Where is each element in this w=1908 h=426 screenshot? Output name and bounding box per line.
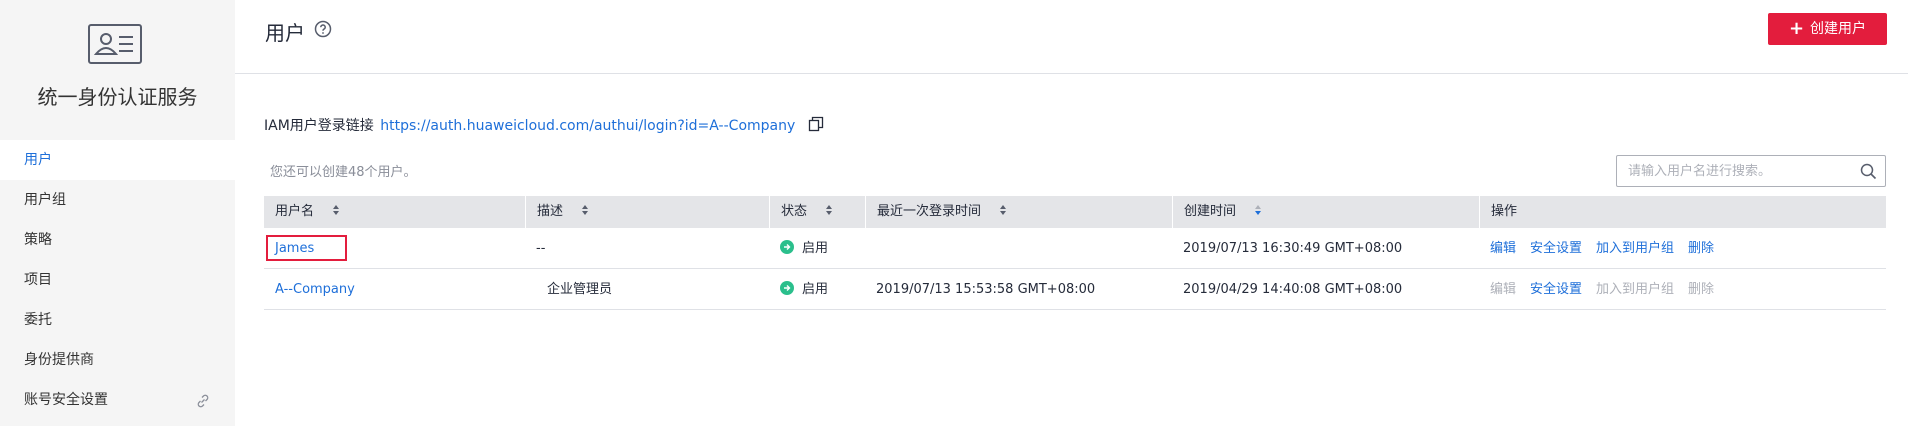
sidebar-item-user-groups[interactable]: 用户组 [0,180,235,220]
table-row: A--Company 企业管理员 启用 2019/07/13 15:53:58 … [264,269,1886,310]
search-icon[interactable] [1860,163,1877,180]
column-actions: 操作 [1479,196,1886,228]
sort-icon[interactable] [581,204,589,216]
column-label: 描述 [537,204,564,219]
login-link-label: IAM用户登录链接 [264,118,374,134]
status-cell: 启用 [769,228,828,269]
sidebar-item-label: 账号安全设置 [24,392,108,408]
id-card-icon [88,24,142,64]
add-to-group-link: 加入到用户组 [1596,282,1675,297]
description-cell: 企业管理员 [547,282,613,297]
question-circle-icon[interactable] [314,20,332,38]
status-text: 启用 [802,282,829,297]
login-link-row: IAM用户登录链接 https://auth.huaweicloud.com/a… [264,115,824,135]
users-table: 用户名 描述 状态 最近一次登录时间 创建时间 操作 James -- 启用 2… [264,196,1886,310]
delete-link: 删除 [1688,282,1715,297]
username-link[interactable]: A--Company [264,269,355,310]
column-created[interactable]: 创建时间 [1172,196,1479,228]
sort-icon[interactable] [332,204,340,216]
service-title: 统一身份认证服务 [37,85,198,109]
edit-link[interactable]: 编辑 [1490,241,1516,256]
description-cell: -- [536,241,546,256]
search-input[interactable] [1617,156,1847,186]
copy-icon[interactable] [808,116,824,132]
column-label: 创建时间 [1184,204,1237,219]
create-user-label: 创建用户 [1810,21,1867,37]
column-status[interactable]: 状态 [769,196,865,228]
page-header: 用户 + 创建用户 [235,0,1908,74]
last-login-cell: 2019/07/13 15:53:58 GMT+08:00 [876,282,1096,297]
sidebar-item-policies[interactable]: 策略 [0,220,235,260]
column-label: 用户名 [275,204,315,219]
table-header: 用户名 描述 状态 最近一次登录时间 创建时间 操作 [264,196,1886,228]
status-enabled-icon [780,281,794,295]
sidebar-item-users[interactable]: 用户 [0,140,235,180]
sidebar-item-identity-providers[interactable]: 身份提供商 [0,340,235,380]
column-description[interactable]: 描述 [525,196,769,228]
add-to-group-link[interactable]: 加入到用户组 [1596,241,1674,256]
column-username[interactable]: 用户名 [264,196,525,228]
table-row: James -- 启用 2019/07/13 16:30:49 GMT+08:0… [264,228,1886,269]
last-login-cell [865,228,876,269]
status-cell: 启用 [769,269,828,310]
status-text: 启用 [802,241,829,256]
create-user-button[interactable]: + 创建用户 [1768,13,1887,45]
created-cell: 2019/07/13 16:30:49 GMT+08:00 [1183,241,1403,256]
created-cell: 2019/04/29 14:40:08 GMT+08:00 [1183,282,1403,297]
search-box [1616,155,1886,187]
column-label: 操作 [1491,204,1518,219]
column-last-login[interactable]: 最近一次登录时间 [865,196,1172,228]
sidebar-item-agencies[interactable]: 委托 [0,300,235,340]
plus-icon: + [1788,18,1805,39]
column-label: 最近一次登录时间 [877,204,982,219]
edit-link: 编辑 [1490,282,1517,297]
quota-text: 您还可以创建48个用户。 [270,165,417,180]
sort-desc-icon[interactable] [1254,204,1262,216]
link-icon [197,394,209,408]
security-settings-link[interactable]: 安全设置 [1530,241,1582,256]
sidebar-item-projects[interactable]: 项目 [0,260,235,300]
column-label: 状态 [781,204,808,219]
status-enabled-icon [780,240,794,254]
sort-icon[interactable] [999,204,1007,216]
sidebar: 统一身份认证服务 用户 用户组 策略 项目 委托 身份提供商 账号安全设置 [0,0,235,426]
security-settings-link[interactable]: 安全设置 [1530,282,1582,297]
actions-cell: 编辑 安全设置 加入到用户组 删除 [1479,269,1728,310]
sidebar-item-account-security[interactable]: 账号安全设置 [0,380,235,420]
delete-link[interactable]: 删除 [1688,241,1714,256]
sort-icon[interactable] [825,204,833,216]
page-title: 用户 [265,21,305,45]
actions-cell: 编辑 安全设置 加入到用户组 删除 [1479,228,1728,269]
username-link[interactable]: James [264,228,314,269]
login-link-url[interactable]: https://auth.huaweicloud.com/authui/logi… [380,118,795,134]
